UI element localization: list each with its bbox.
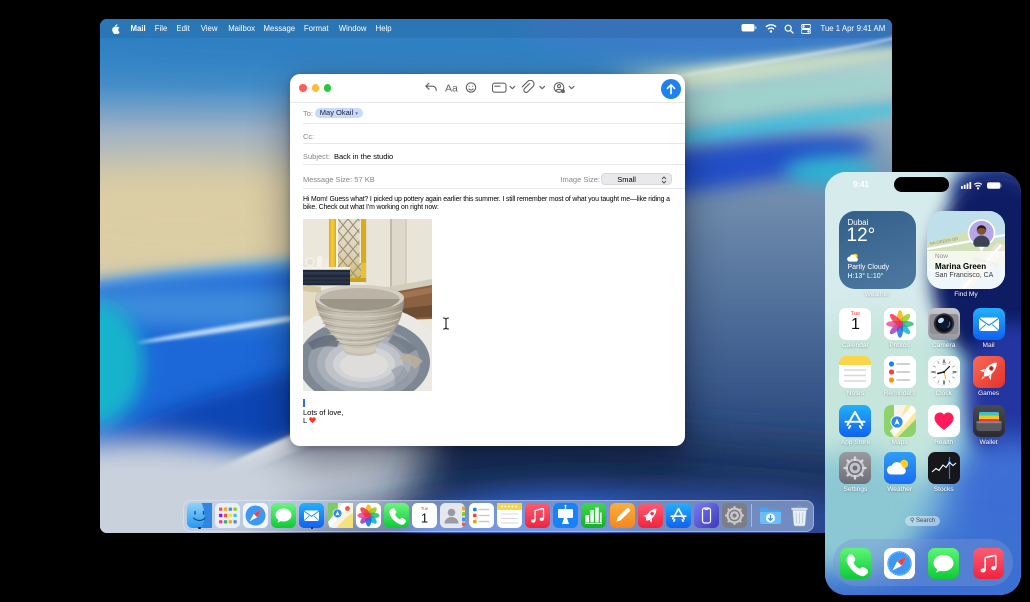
svg-text:6: 6: [943, 380, 945, 384]
svg-text:Aa: Aa: [445, 83, 458, 95]
svg-text:3: 3: [952, 370, 954, 374]
svg-text:12: 12: [942, 361, 946, 365]
svg-text:9: 9: [934, 370, 936, 374]
svg-text:1: 1: [421, 510, 428, 525]
